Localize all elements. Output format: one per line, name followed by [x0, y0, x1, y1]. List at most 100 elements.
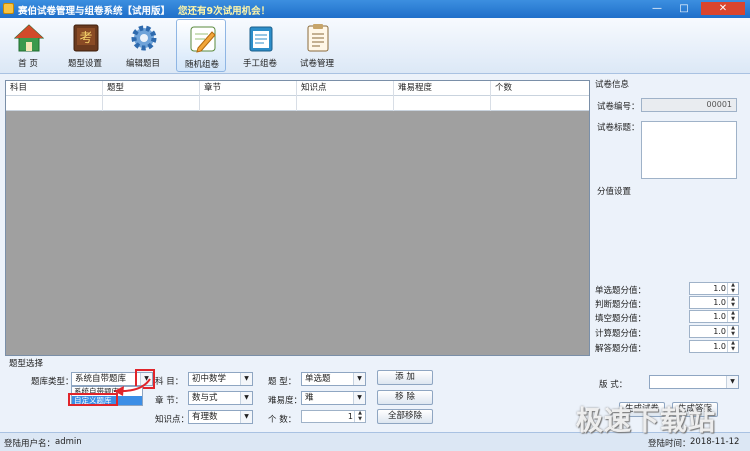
score-spinner-answer[interactable]: 1.0 ▲ ▼ [689, 340, 739, 353]
spinner-arrows-icon[interactable]: ▲ ▼ [727, 325, 738, 337]
main-toolbar: 首 页 考 题型设置 编辑题目 随机组卷 手工组卷 试卷管理 [0, 18, 750, 74]
qtype-select[interactable]: 单选题 ▼ [301, 372, 366, 386]
layout-label: 版 式： [599, 380, 628, 390]
document-icon [307, 24, 329, 52]
knowledge-label: 知识点： [155, 415, 190, 425]
chapter-label: 章 节： [155, 396, 184, 406]
paper-number-field[interactable]: 00001 [641, 98, 737, 112]
chevron-down-icon[interactable]: ▼ [240, 392, 252, 404]
pointer-arrow-icon [114, 378, 151, 396]
paper-info-panel: 试卷信息 试卷编号： 00001 试卷标题： 分值设置 单选题分值： 1.0 ▲ ▼… [593, 76, 750, 431]
subject-select[interactable]: 初中数学 ▼ [188, 372, 253, 386]
toolbar-question-type-button[interactable]: 考 题型设置 [60, 19, 110, 72]
count-spinner[interactable]: 1 ▲ ▼ [301, 410, 366, 423]
knowledge-value: 有理数 [192, 412, 218, 422]
column-header-subject[interactable]: 科目 [6, 81, 103, 96]
toolbar-label: 题型设置 [67, 59, 102, 69]
count-label: 个 数： [268, 415, 297, 425]
login-time-label: 登陆时间： [648, 439, 691, 449]
spinner-arrows-icon[interactable]: ▲ ▼ [354, 410, 365, 422]
count-value: 1 [347, 412, 353, 421]
chevron-down-icon[interactable]: ▼ [353, 392, 365, 404]
grid-cell[interactable] [491, 96, 589, 111]
toolbar-edit-questions-button[interactable]: 编辑题目 [118, 19, 168, 72]
qtype-label: 题 型： [268, 377, 297, 387]
paper-title-label: 试卷标题： [597, 123, 640, 133]
column-header-difficulty[interactable]: 难易程度 [394, 81, 491, 96]
score-label-judge: 判断题分值： [595, 300, 647, 310]
paper-info-title: 试卷信息 [595, 80, 630, 90]
watermark-text: 极速下载站 [576, 406, 716, 437]
chapter-value: 数与式 [192, 393, 218, 403]
paper-number-label: 试卷编号： [597, 102, 640, 112]
spinner-arrows-icon[interactable]: ▲ ▼ [727, 282, 738, 294]
score-spinner-single[interactable]: 1.0 ▲ ▼ [689, 282, 739, 295]
toolbar-manual-paper-button[interactable]: 手工组卷 [235, 19, 285, 72]
grid-cell[interactable] [103, 96, 200, 111]
difficulty-select[interactable]: 难 ▼ [301, 391, 366, 405]
title-bar: 赛伯试卷管理与组卷系统【试用版】 您还有9次试用机会！ — □ ✕ [0, 0, 750, 18]
toolbar-label: 编辑题目 [125, 59, 160, 69]
spinner-value: 1.0 [713, 284, 726, 293]
trial-notice: 您还有9次试用机会！ [178, 6, 271, 17]
chevron-down-icon[interactable]: ▼ [240, 373, 252, 385]
spinner-value: 1.0 [713, 327, 726, 336]
login-time-value: 2018-11-12 [690, 437, 740, 447]
column-header-type[interactable]: 题型 [103, 81, 200, 96]
toolbar-label: 随机组卷 [184, 60, 219, 70]
grid-cell[interactable] [6, 96, 103, 111]
toolbar-random-paper-button[interactable]: 随机组卷 [176, 19, 226, 72]
grid-new-row[interactable] [6, 96, 589, 111]
score-label-fill: 填空题分值： [595, 314, 647, 324]
grid-cell[interactable] [200, 96, 297, 111]
chevron-down-icon[interactable]: ▼ [240, 411, 252, 423]
spinner-value: 1.0 [713, 312, 726, 321]
difficulty-label: 难易度： [268, 396, 303, 406]
score-label-single: 单选题分值： [595, 286, 647, 296]
close-button[interactable]: ✕ [701, 2, 745, 15]
grid-cell[interactable] [297, 96, 394, 111]
spinner-arrows-icon[interactable]: ▲ ▼ [727, 340, 738, 352]
chevron-down-icon[interactable]: ▼ [726, 376, 738, 388]
gear-icon [131, 25, 157, 51]
score-spinner-judge[interactable]: 1.0 ▲ ▼ [689, 296, 739, 309]
add-button[interactable]: 添 加 [377, 370, 433, 385]
home-icon [14, 24, 44, 52]
toolbar-label: 首 页 [18, 59, 38, 69]
layout-select[interactable]: ▼ [649, 375, 739, 389]
toolbar-paper-manage-button[interactable]: 试卷管理 [292, 19, 342, 72]
login-user-label: 登陆用户名： [4, 439, 56, 449]
app-icon [3, 3, 14, 14]
question-grid[interactable]: 科目 题型 章节 知识点 难易程度 个数 [5, 80, 590, 356]
question-select-title: 题型选择 [9, 359, 44, 369]
column-header-count[interactable]: 个数 [491, 81, 589, 96]
score-label-answer: 解答题分值： [595, 344, 647, 354]
column-header-knowledge[interactable]: 知识点 [297, 81, 394, 96]
chapter-select[interactable]: 数与式 ▼ [188, 391, 253, 405]
question-select-panel: 题型选择 题库类型： 系统自带题库 ▼ 系统自带题库 自定义题库 科 目： 初中数… [5, 357, 590, 430]
paper-title-input[interactable] [641, 121, 737, 179]
grid-cell[interactable] [394, 96, 491, 111]
knowledge-select[interactable]: 有理数 ▼ [188, 410, 253, 424]
edit-note-icon [190, 26, 216, 53]
subject-value: 初中数学 [192, 374, 227, 384]
difficulty-value: 难 [305, 393, 314, 403]
spinner-arrows-icon[interactable]: ▲ ▼ [727, 296, 738, 308]
spinner-arrows-icon[interactable]: ▲ ▼ [727, 310, 738, 322]
clipboard-icon [249, 26, 273, 52]
remove-all-button[interactable]: 全部移除 [377, 409, 433, 424]
score-spinner-fill[interactable]: 1.0 ▲ ▼ [689, 310, 739, 323]
remove-button[interactable]: 移 除 [377, 390, 433, 405]
login-user-value: admin [55, 437, 82, 447]
toolbar-home-button[interactable]: 首 页 [3, 19, 53, 72]
exam-book-icon: 考 [73, 24, 99, 52]
minimize-button[interactable]: — [647, 2, 667, 15]
score-settings-title: 分值设置 [597, 187, 632, 197]
window-title: 赛伯试卷管理与组卷系统【试用版】 [18, 6, 171, 17]
toolbar-label: 试卷管理 [299, 59, 334, 69]
column-header-chapter[interactable]: 章节 [200, 81, 297, 96]
chevron-down-icon[interactable]: ▼ [353, 373, 365, 385]
score-spinner-calc[interactable]: 1.0 ▲ ▼ [689, 325, 739, 338]
subject-label: 科 目： [155, 377, 184, 387]
maximize-button[interactable]: □ [674, 2, 694, 15]
